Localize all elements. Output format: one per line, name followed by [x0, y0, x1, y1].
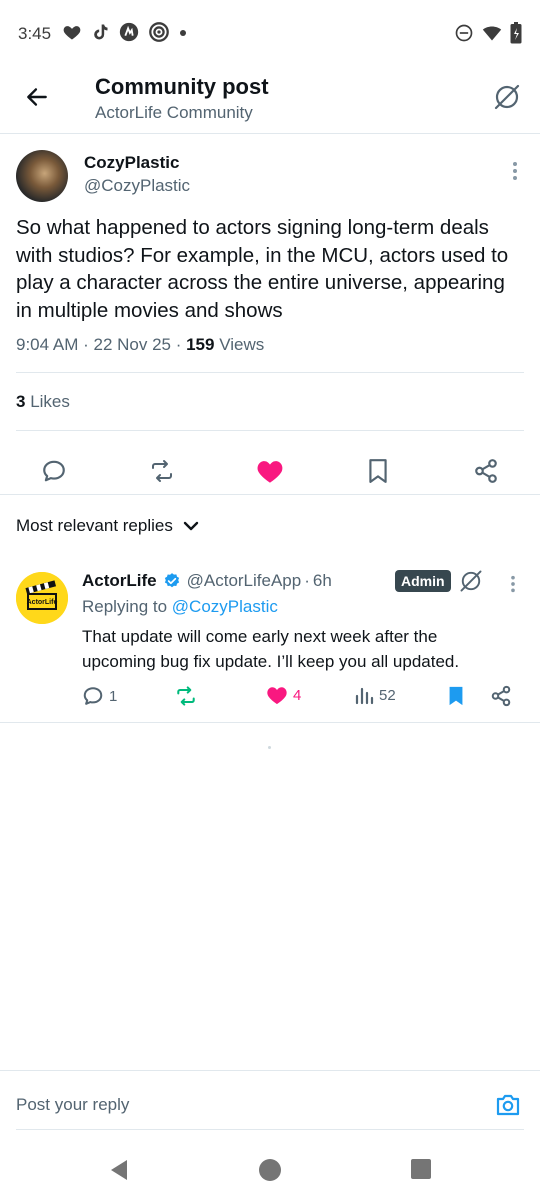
share-icon [475, 459, 497, 483]
app-notification-icon [118, 21, 140, 43]
reply-like-button[interactable]: 4 [266, 685, 301, 705]
divider [16, 372, 524, 373]
retweet-icon [152, 460, 172, 482]
reply-actions: 1 4 52 [0, 684, 540, 712]
reply-bookmark-button[interactable] [446, 685, 466, 707]
hide-post-button[interactable] [492, 82, 522, 112]
hide-slash-icon [460, 570, 482, 592]
heart-notification-icon [62, 22, 82, 42]
author-name[interactable]: CozyPlastic [84, 153, 179, 173]
bookmark-icon [369, 459, 387, 483]
more-vertical-icon [513, 162, 517, 180]
reply-item[interactable]: ActorLife ActorLife @ActorLifeApp · 6h Adm… [0, 560, 540, 723]
reply-author-handle[interactable]: @ActorLifeApp [187, 571, 302, 591]
post-text: So what happened to actors signing long-… [16, 216, 509, 322]
comment-button[interactable] [40, 457, 68, 485]
camera-icon [496, 1094, 520, 1116]
reply-views-button[interactable]: 52 [354, 685, 396, 705]
reply-views-count: 52 [379, 686, 396, 704]
post-time: 9:04 AM [16, 335, 79, 354]
circle-home-icon [259, 1159, 281, 1181]
author-handle[interactable]: @CozyPlastic [84, 176, 190, 196]
divider [16, 430, 524, 431]
status-bar: 3:45 [0, 0, 540, 68]
reply-share-button[interactable] [490, 685, 512, 707]
post-more-button[interactable] [512, 160, 518, 182]
share-icon [491, 685, 511, 707]
loading-indicator [268, 746, 271, 749]
post-actions [0, 444, 540, 496]
hide-reply-button[interactable] [458, 568, 484, 594]
heart-icon [257, 461, 283, 483]
reply-like-count: 4 [293, 686, 302, 704]
square-recents-icon [411, 1159, 431, 1179]
nav-back-button[interactable] [107, 1158, 131, 1182]
page-title: Community post [95, 74, 269, 99]
hide-slash-icon [494, 84, 520, 110]
reply-sort-dropdown[interactable]: Most relevant replies [16, 516, 199, 536]
comment-icon [83, 687, 103, 705]
status-time: 3:45 [18, 24, 52, 43]
bar-chart-icon [355, 687, 374, 705]
chevron-down-icon [183, 521, 199, 531]
share-button[interactable] [472, 457, 500, 485]
reply-header: ActorLife @ActorLifeApp · 6h [82, 571, 332, 591]
actorlife-logo-icon: ActorLife [16, 572, 68, 624]
reply-comment-count: 1 [109, 687, 118, 705]
likes-label: Likes [30, 392, 70, 411]
views-count: 159 [186, 335, 215, 354]
camera-button[interactable] [494, 1091, 522, 1119]
nav-recents-button[interactable] [410, 1158, 434, 1182]
wifi-icon [482, 24, 502, 47]
target-notification-icon [148, 21, 170, 43]
system-icons [454, 22, 522, 49]
reply-input[interactable]: Post your reply [16, 1095, 129, 1115]
arrow-left-icon [27, 88, 47, 106]
reply-age: 6h [312, 571, 332, 590]
replying-to: Replying to @CozyPlastic [82, 597, 278, 617]
repost-button[interactable] [148, 457, 176, 485]
more-notifications-dot-icon [178, 22, 188, 42]
avatar-logo-text: ActorLife [27, 599, 58, 606]
nav-home-button[interactable] [258, 1158, 282, 1182]
admin-badge: Admin [395, 570, 451, 592]
replying-to-mention[interactable]: @CozyPlastic [172, 597, 278, 616]
triangle-back-icon [111, 1160, 127, 1180]
reply-repost-button[interactable] [174, 685, 198, 707]
back-button[interactable] [22, 82, 52, 112]
reply-author-name[interactable]: ActorLife [82, 571, 157, 591]
section-divider [0, 494, 540, 495]
more-vertical-icon [511, 575, 515, 593]
verified-badge-icon [164, 573, 179, 588]
avatar[interactable]: ActorLife [16, 572, 68, 624]
reply-composer: Post your reply [0, 1070, 540, 1130]
avatar[interactable] [16, 150, 68, 202]
likes-count: 3 [16, 392, 26, 411]
separator: · [304, 571, 310, 590]
do-not-disturb-icon [454, 23, 474, 48]
like-button[interactable] [256, 457, 284, 485]
comment-icon [43, 460, 65, 482]
bookmark-icon [449, 686, 463, 706]
heart-icon [267, 687, 287, 705]
bookmark-button[interactable] [364, 457, 392, 485]
battery-icon [510, 22, 522, 49]
post-date: 22 Nov 25 [93, 335, 171, 354]
system-navigation-bar [0, 1140, 540, 1200]
likes-summary[interactable]: 3 Likes [16, 392, 70, 412]
post-meta: 9:04 AM · 22 Nov 25 · 159 Views [16, 335, 265, 354]
reply-text: That update will come early next week af… [82, 627, 460, 671]
tiktok-notification-icon [90, 22, 110, 42]
replying-to-label: Replying to [82, 597, 168, 616]
retweet-icon [177, 686, 195, 706]
composer-underline [16, 1129, 524, 1130]
views-label: Views [219, 335, 265, 354]
app-header: Community post ActorLife Community [0, 68, 540, 134]
community-name[interactable]: ActorLife Community [95, 103, 253, 123]
notification-icons [62, 21, 188, 43]
sort-label: Most relevant replies [16, 516, 173, 535]
reply-comment-button[interactable]: 1 [82, 685, 117, 707]
reply-more-button[interactable] [510, 574, 516, 594]
